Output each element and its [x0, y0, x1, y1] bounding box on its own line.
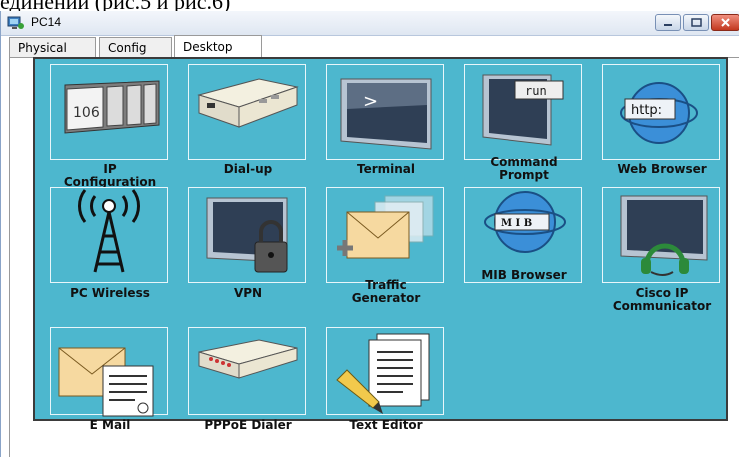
app-label: Terminal — [356, 162, 416, 176]
app-vpn[interactable]: VPN — [182, 187, 318, 317]
pc-app-icon — [7, 16, 24, 29]
headset-monitor-icon — [620, 195, 708, 276]
close-icon — [712, 15, 739, 30]
close-button[interactable] — [711, 14, 739, 31]
app-traffic-generator[interactable]: Traffic Generator — [320, 187, 456, 317]
minimize-icon — [656, 15, 680, 30]
tab-config[interactable]: Config — [99, 37, 172, 57]
svg-text:M I B: M I B — [501, 218, 532, 229]
app-tile — [188, 187, 306, 283]
app-tile — [188, 327, 306, 415]
app-tile: run — [464, 64, 582, 160]
title-bar[interactable]: PC14 — [1, 11, 739, 36]
app-label: E Mail — [89, 418, 131, 432]
app-ip-configuration[interactable]: 106 IP Configuration — [44, 64, 180, 194]
app-dial-up[interactable]: Dial-up — [182, 64, 318, 194]
app-tile — [188, 64, 306, 160]
app-mib-browser[interactable]: M I B MIB Browser — [458, 187, 594, 317]
app-tile — [602, 187, 720, 283]
app-text-editor[interactable]: Text Editor — [320, 327, 456, 457]
svg-text:>: > — [363, 91, 378, 112]
app-pc-wireless[interactable]: PC Wireless — [44, 187, 180, 317]
svg-text:106: 106 — [73, 105, 100, 121]
app-tile: http: — [602, 64, 720, 160]
app-cisco-ip-communicator[interactable]: Cisco IP Communicator — [596, 187, 732, 317]
app-tile: > — [326, 64, 444, 160]
app-terminal[interactable]: > Terminal — [320, 64, 456, 194]
app-email[interactable]: E Mail — [44, 327, 180, 457]
app-label: Dial-up — [223, 162, 273, 176]
app-tile: 106 — [50, 64, 168, 160]
web-browser-icon: http: — [620, 82, 698, 144]
app-pppoe-dialer[interactable]: PPPoE Dialer — [182, 327, 318, 457]
app-label: PPPoE Dialer — [204, 418, 292, 432]
app-label: Cisco IP Communicator — [612, 286, 712, 313]
modem-icon — [197, 78, 299, 128]
email-icon — [58, 347, 154, 417]
traffic-generator-icon — [337, 195, 434, 259]
vpn-lock-icon — [206, 197, 288, 273]
app-label: IP Configuration — [63, 162, 157, 189]
app-label: PC Wireless — [70, 286, 150, 300]
terminal-icon: > — [340, 78, 432, 150]
app-label: Traffic Generator — [351, 278, 421, 305]
app-label: Text Editor — [349, 418, 423, 432]
maximize-icon — [684, 15, 708, 30]
app-tile — [326, 327, 444, 415]
minimize-button[interactable] — [655, 14, 681, 31]
desktop-area: 106 IP Configuration Dial-up > Terminal … — [33, 57, 728, 432]
ip-configuration-icon: 106 — [64, 80, 160, 134]
app-web-browser[interactable]: http: Web Browser — [596, 64, 732, 194]
app-label: VPN — [233, 286, 263, 300]
app-tile — [326, 187, 444, 283]
maximize-button[interactable] — [683, 14, 709, 31]
app-tile — [50, 187, 168, 283]
wireless-antenna-icon — [78, 189, 140, 273]
tab-physical[interactable]: Physical — [9, 37, 96, 57]
app-command-prompt[interactable]: run Command Prompt — [458, 64, 594, 194]
app-tile — [50, 327, 168, 417]
window-title: PC14 — [31, 15, 62, 29]
svg-text:run: run — [525, 84, 547, 98]
command-prompt-icon: run — [482, 74, 564, 146]
app-label: MIB Browser — [481, 268, 567, 282]
svg-text:http:: http: — [631, 103, 662, 118]
document-caption: единений (рис.5 и рис.6) — [0, 0, 739, 11]
pppoe-dialer-icon — [198, 339, 298, 379]
text-editor-icon — [336, 333, 430, 414]
tab-desktop[interactable]: Desktop — [174, 35, 262, 59]
app-label: Command Prompt — [490, 155, 558, 182]
app-label: Web Browser — [617, 162, 707, 176]
